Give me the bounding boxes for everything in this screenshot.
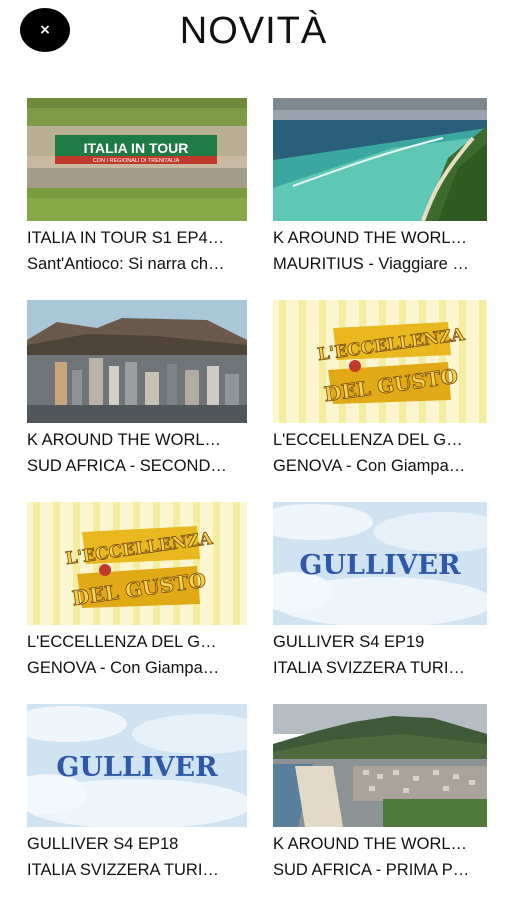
thumbnail-image: ITALIA IN TOUR CON I REGIONALI DI TRENIT… — [27, 98, 247, 221]
thumb-title-text: GULLIVER — [299, 550, 461, 581]
content-card[interactable]: K AROUND THE WORL… SUD AFRICA - PRIMA P… — [273, 704, 493, 880]
thumb-subtitle-text: CON I REGIONALI DI TRENITALIA — [93, 158, 180, 164]
card-title: K AROUND THE WORL… — [273, 229, 468, 247]
card-title: K AROUND THE WORL… — [273, 835, 468, 853]
card-subtitle: MAURITIUS - Viaggiare … — [273, 255, 469, 273]
content-card[interactable]: GULLIVER GULLIVER S4 EP18 ITALIA SVIZZER… — [27, 704, 247, 880]
card-subtitle: SUD AFRICA - PRIMA P… — [273, 861, 470, 879]
thumbnail-image — [273, 704, 493, 827]
card-title: GULLIVER S4 EP19 — [273, 633, 425, 651]
card-title: L'ECCELLENZA DEL G… — [27, 633, 217, 651]
page-title: NOVITÀ — [179, 10, 328, 52]
thumb-title-text: ITALIA IN TOUR — [84, 140, 189, 156]
thumb-title-text: GULLIVER — [56, 752, 218, 783]
card-subtitle: ITALIA SVIZZERA TURI… — [27, 861, 219, 879]
content-card[interactable]: K AROUND THE WORL… SUD AFRICA - SECOND… — [27, 300, 247, 476]
content-card[interactable]: L'ECCELLENZA DEL GUSTO L'ECCELLENZA DEL … — [27, 502, 247, 678]
card-title: ITALIA IN TOUR S1 EP4… — [27, 229, 225, 247]
content-card[interactable]: K AROUND THE WORL… MAURITIUS - Viaggiare… — [273, 98, 493, 274]
card-subtitle: ITALIA SVIZZERA TURI… — [273, 659, 465, 677]
thumbnail-image: GULLIVER — [273, 502, 493, 625]
card-title: GULLIVER S4 EP18 — [27, 835, 179, 853]
thumbnail-image — [273, 98, 493, 221]
card-subtitle: Sant'Antioco: Si narra ch… — [27, 255, 225, 273]
card-title: L'ECCELLENZA DEL G… — [273, 431, 463, 449]
card-title: K AROUND THE WORL… — [27, 431, 222, 449]
content-card[interactable]: GULLIVER GULLIVER S4 EP19 ITALIA SVIZZER… — [273, 502, 493, 678]
thumbnail-image — [27, 300, 247, 423]
card-subtitle: GENOVA - Con Giampa… — [273, 457, 466, 475]
content-card[interactable]: ITALIA IN TOUR CON I REGIONALI DI TRENIT… — [27, 98, 247, 274]
content-card[interactable]: L'ECCELLENZA DEL GUSTO L'ECCELLENZA DEL … — [273, 300, 493, 476]
card-subtitle: GENOVA - Con Giampa… — [27, 659, 220, 677]
thumbnail-image: L'ECCELLENZA DEL GUSTO — [273, 300, 493, 423]
card-subtitle: SUD AFRICA - SECOND… — [27, 457, 227, 475]
thumbnail-image: L'ECCELLENZA DEL GUSTO — [27, 502, 247, 625]
thumbnail-image: GULLIVER — [27, 704, 247, 827]
